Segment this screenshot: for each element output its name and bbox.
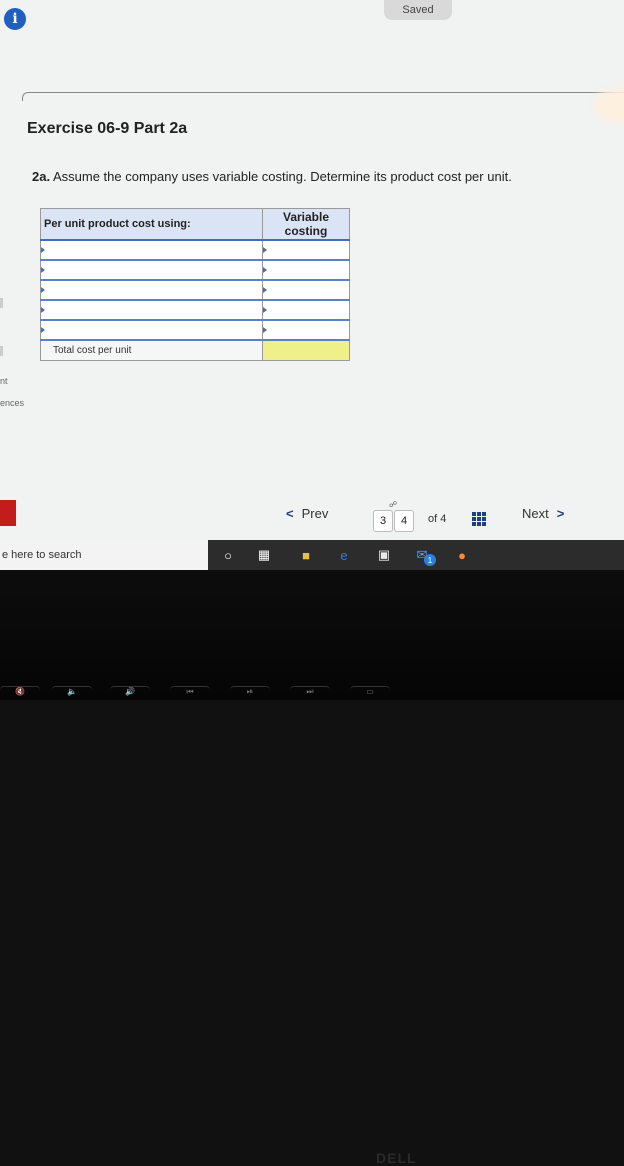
table-row [40,239,350,261]
row-value-input[interactable] [262,259,350,281]
question-body: Assume the company uses variable costing… [50,169,512,184]
cost-table: Per unit product cost using: Variable co… [40,208,350,361]
side-marker [0,298,3,308]
prev-label: Prev [301,506,329,521]
chevron-right-icon: > [556,506,565,521]
question-text: 2a. Assume the company uses variable cos… [32,169,512,184]
side-text-fragment: nt [0,376,8,386]
dropdown-arrow-icon[interactable] [41,307,45,313]
row-label-input[interactable] [40,299,263,321]
dropdown-arrow-icon[interactable] [263,267,267,273]
firefox-icon[interactable]: ● [452,545,472,565]
display-key-icon: ▭ [350,686,390,701]
taskbar: e here to search ○ ▦ ■ e ▣ ✉ 1 ● [0,540,624,570]
store-icon[interactable]: ▣ [374,545,394,565]
play-pause-key-icon: ⏯ [230,686,270,701]
dropdown-arrow-icon[interactable] [41,327,45,333]
dropdown-arrow-icon[interactable] [41,267,45,273]
row-value-input[interactable] [262,239,350,261]
table-row [40,319,350,341]
volume-down-key-icon: 🔈 [52,686,92,701]
dropdown-arrow-icon[interactable] [41,247,45,253]
link-icon: ☍ [389,500,398,509]
dropdown-arrow-icon[interactable] [263,247,267,253]
dell-logo: DELL [376,1150,417,1166]
file-explorer-icon[interactable]: ■ [296,545,316,565]
prev-button[interactable]: < Prev [286,506,328,521]
table-header-row: Per unit product cost using: Variable co… [40,208,350,241]
task-view-icon[interactable]: ▦ [254,545,274,565]
edge-icon[interactable]: e [334,545,354,565]
laptop-bezel: DELL [0,570,624,1166]
header-label: Per unit product cost using: [40,208,263,241]
dropdown-arrow-icon[interactable] [263,287,267,293]
mail-badge: 1 [424,554,436,566]
grid-view-icon[interactable] [472,512,486,526]
page-3-button[interactable]: 3 [373,510,393,532]
dropdown-arrow-icon[interactable] [41,287,45,293]
table-row [40,299,350,321]
page-4-button[interactable]: 4 [394,510,414,532]
next-button[interactable]: Next > [522,506,564,521]
total-label: Total cost per unit [40,339,263,361]
dropdown-arrow-icon[interactable] [263,307,267,313]
total-value-input[interactable] [262,339,350,361]
cortana-icon[interactable]: ○ [218,545,238,565]
header-divider [22,92,624,101]
side-badge [0,500,16,526]
table-row [40,279,350,301]
table-row [40,259,350,281]
page-count: of 4 [428,513,447,525]
row-label-input[interactable] [40,279,263,301]
row-value-input[interactable] [262,319,350,341]
header-variable-costing: Variable costing [262,208,350,241]
next-label: Next [522,506,549,521]
previous-track-key-icon: ⏮ [170,686,210,701]
page-title: Exercise 06-9 Part 2a [27,120,188,137]
saved-status: Saved [384,0,452,20]
side-marker [0,346,3,356]
row-value-input[interactable] [262,299,350,321]
row-label-input[interactable] [40,319,263,341]
total-row: Total cost per unit [40,339,350,361]
exercise-screen: i Saved Exercise 06-9 Part 2a 2a. Assume… [0,0,624,540]
row-label-input[interactable] [40,239,263,261]
chevron-left-icon: < [286,506,294,521]
info-icon[interactable]: i [4,8,26,30]
taskbar-search-input[interactable]: e here to search [0,540,208,570]
row-value-input[interactable] [262,279,350,301]
volume-up-key-icon: 🔊 [110,686,150,701]
next-track-key-icon: ⏭ [290,686,330,701]
dropdown-arrow-icon[interactable] [263,327,267,333]
question-label: 2a. [32,169,51,184]
row-label-input[interactable] [40,259,263,281]
mute-key-icon: 🔇 [0,686,40,701]
side-text-fragment: ences [0,398,25,408]
